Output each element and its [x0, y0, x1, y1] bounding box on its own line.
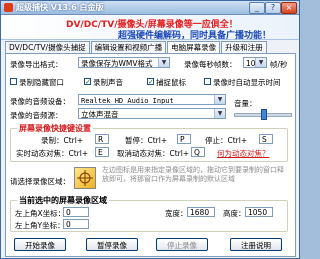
- audio-device-value: Realtek HD Audio Input: [81, 97, 174, 105]
- show-clock-checkbox[interactable]: [204, 78, 211, 85]
- volume-slider[interactable]: [234, 109, 292, 120]
- start-record-button[interactable]: 开始录像: [14, 238, 66, 251]
- tab-capture[interactable]: DV/DC/TV/摄像头捕捉: [5, 41, 90, 53]
- banner-line-2: 超强硬件编解码，同时具备广播功能！: [118, 31, 272, 41]
- audio-source-label: 录像的音频源：: [10, 111, 63, 120]
- current-region-title: 当前选中的屏幕录像区域: [17, 195, 109, 206]
- app-logo-icon: [4, 3, 13, 12]
- record-audio-label: 录制声音: [93, 78, 123, 87]
- tab-bar: DV/DC/TV/摄像头捕捉 编辑设置和视频广播 电脑屏幕录像 升级和注册: [5, 41, 268, 54]
- hotkey-stop-label: 停止：Ctrl+: [205, 136, 248, 145]
- promo-banner: DV/DC/TV/摄像头/屏幕录像等一应俱全！ 超强硬件编解码，同时具备广播功能…: [1, 15, 299, 41]
- hotkey-realtime-label: 实时动态对焦：Ctrl+: [16, 149, 89, 158]
- hide-window-label: 录制隐藏窗口: [19, 78, 64, 87]
- crosshair-icon: [77, 170, 93, 186]
- audio-source-value: 立体声混音: [81, 110, 119, 119]
- hotkey-record-input[interactable]: R: [95, 134, 109, 144]
- region-height-input[interactable]: 1050: [245, 207, 273, 217]
- fps-label: 录像每秒帧数：: [184, 60, 237, 69]
- stop-record-button[interactable]: 停止录像: [156, 238, 208, 251]
- region-x-input[interactable]: 0: [63, 207, 89, 217]
- export-format-label: 录像导出格式：: [10, 60, 63, 69]
- minimize-button[interactable]: _: [249, 2, 265, 14]
- tab-upgrade-register[interactable]: 升级和注册: [221, 41, 267, 53]
- region-width-label: 宽度：: [165, 209, 188, 218]
- window-title: 超级捕快 V13.6 白金版: [16, 3, 104, 12]
- capture-mouse-checkbox[interactable]: ✓: [147, 78, 154, 86]
- record-audio-checkbox[interactable]: ✓: [84, 78, 91, 86]
- volume-slider-thumb[interactable]: [261, 109, 267, 120]
- hotkey-stop-input[interactable]: S: [259, 134, 273, 144]
- region-y-input[interactable]: 0: [63, 219, 89, 229]
- screen-record-panel: 录像导出格式： 录像保存为WMV格式 ▼ 录像每秒帧数： 10 ▼ 帧/秒 录制…: [5, 53, 296, 257]
- hotkey-pause-label: 暂停：Ctrl+: [125, 136, 168, 145]
- fps-select[interactable]: 10 ▼: [243, 57, 267, 68]
- dynamic-focus-help-link[interactable]: 何为动态对焦？: [217, 148, 270, 159]
- region-select-hint: 左边图标是用来指定录像区域的，拖动它到要录制的窗口释放即可，将那窗口作为屏幕录制…: [102, 166, 284, 183]
- chevron-down-icon: ▼: [214, 109, 225, 118]
- hotkey-realtime-input[interactable]: E: [95, 147, 109, 157]
- export-format-value: 录像保存为WMV格式: [81, 59, 153, 68]
- chevron-down-icon: ▼: [214, 95, 225, 104]
- hotkey-group: 屏幕录像快捷键设置 录制：Ctrl+ R 暂停：Ctrl+ P 停止：Ctrl+…: [10, 123, 288, 162]
- hotkey-record-label: 录制：Ctrl+: [41, 136, 84, 145]
- volume-label: 音量：: [234, 99, 257, 108]
- audio-source-select[interactable]: 立体声混音 ▼: [78, 108, 226, 119]
- hide-window-checkbox[interactable]: [10, 78, 17, 85]
- hotkey-group-title: 屏幕录像快捷键设置: [17, 123, 93, 134]
- show-clock-label: 录像时自动显示时间: [213, 78, 281, 87]
- region-select-label: 请选择录像区域：: [10, 177, 70, 186]
- region-y-label: 左上角Y坐标：: [15, 221, 65, 230]
- app-window: 超级捕快 V13.6 白金版 _ ? × DV/DC/TV/摄像头/屏幕录像等一…: [0, 0, 300, 259]
- fps-unit: 帧/秒: [270, 60, 288, 69]
- title-bar: 超级捕快 V13.6 白金版 _ ? ×: [1, 1, 299, 15]
- capture-mouse-label: 捕捉鼠标: [156, 78, 186, 87]
- region-x-label: 左上角X坐标：: [15, 209, 66, 218]
- help-button[interactable]: ?: [265, 2, 281, 14]
- close-button[interactable]: ×: [281, 2, 297, 14]
- crosshair-target-icon[interactable]: [74, 167, 96, 189]
- pause-record-button[interactable]: 暂停录像: [86, 238, 138, 251]
- hotkey-pause-input[interactable]: P: [177, 134, 191, 144]
- region-height-label: 高度：: [223, 209, 246, 218]
- export-format-select[interactable]: 录像保存为WMV格式 ▼: [78, 57, 170, 68]
- chevron-down-icon: ▼: [255, 58, 266, 67]
- region-width-input[interactable]: 1680: [187, 207, 215, 217]
- register-info-button[interactable]: 注册说明: [230, 238, 282, 251]
- audio-device-select[interactable]: Realtek HD Audio Input ▼: [78, 94, 226, 105]
- tab-edit-broadcast[interactable]: 编辑设置和视频广播: [90, 41, 167, 53]
- hotkey-cancel-input[interactable]: Q: [191, 147, 205, 157]
- audio-device-label: 录像的音频设备：: [10, 97, 70, 106]
- hotkey-cancel-label: 取消动态对焦：Ctrl+: [117, 149, 190, 158]
- current-region-group: 当前选中的屏幕录像区域 左上角X坐标： 0 左上角Y坐标： 0 宽度： 1680…: [10, 195, 288, 232]
- chevron-down-icon: ▼: [158, 58, 169, 67]
